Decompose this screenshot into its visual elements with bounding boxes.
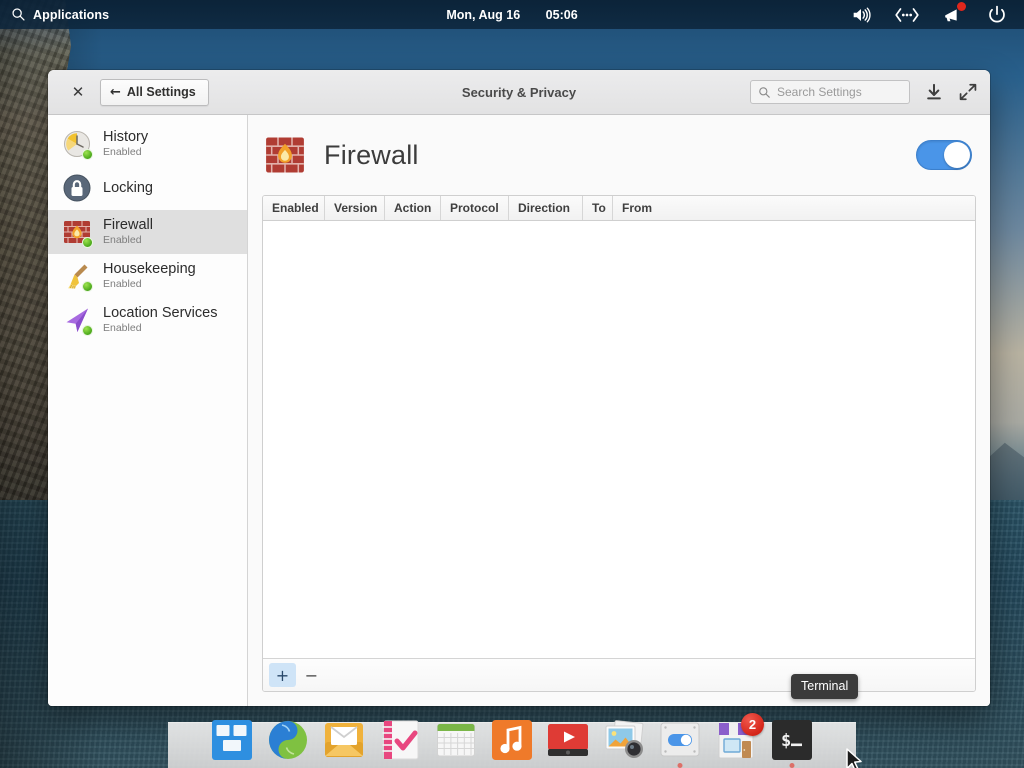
status-dot-enabled [82,325,93,336]
table-body[interactable] [263,221,975,658]
search-input[interactable] [777,85,895,99]
titlebar-actions [750,80,978,104]
firewall-rules-table: Enabled Version Action Protocol Directio… [262,195,976,692]
pane-header: Firewall [262,115,976,195]
column-header-version[interactable]: Version [325,196,385,220]
dock-item-system-settings[interactable] [658,718,702,768]
sidebar-item-status: Enabled [103,233,142,246]
desktop: Applications Mon, Aug 16 05:06 ✕ ← All S… [0,0,1024,768]
sidebar-item-location-services[interactable]: Location Services Enabled [48,298,247,342]
applications-label: Applications [33,7,110,22]
page-title: Firewall [324,139,419,170]
broom-icon [62,261,93,292]
top-panel: Applications Mon, Aug 16 05:06 [0,0,1024,29]
close-button[interactable]: ✕ [67,81,89,103]
dock-item-photos[interactable] [602,718,646,762]
status-dot-enabled [82,237,93,248]
power-icon[interactable] [986,4,1008,26]
column-header-from[interactable]: From [613,196,975,220]
sidebar-item-status: Enabled [103,321,142,334]
sidebar-item-housekeeping[interactable]: Housekeeping Enabled [48,254,247,298]
sidebar-item-label: Locking [103,179,153,196]
dock-item-appcenter[interactable]: 2 [714,713,764,762]
column-header-protocol[interactable]: Protocol [441,196,509,220]
status-dot-enabled [82,149,93,160]
window-body: History Enabled Locking Firewall Enabled… [48,115,990,706]
column-header-action[interactable]: Action [385,196,441,220]
network-icon[interactable] [894,4,920,26]
maximize-icon[interactable] [958,82,978,102]
firewall-icon [62,217,93,248]
table-toolbar: + − [263,658,975,691]
sidebar-item-label: Location Services [103,304,218,321]
sidebar-item-history[interactable]: History Enabled [48,122,247,166]
svg-text:$: $ [781,731,791,751]
firewall-pane: Firewall Enabled Version Action Protocol… [248,115,990,706]
running-indicator [677,763,683,768]
volume-icon[interactable] [850,4,872,26]
sidebar-item-status: Enabled [103,145,142,158]
notifications-icon[interactable] [942,1,966,26]
sidebar-item-label: Housekeeping [103,260,196,277]
column-header-to[interactable]: To [583,196,613,220]
sidebar-item-status: Enabled [103,277,142,290]
videos-icon [548,724,588,756]
dock-item-videos[interactable] [546,718,590,762]
appcenter-badge: 2 [741,713,764,736]
tooltip: Terminal [791,674,859,699]
terminal-icon: $ [772,720,812,760]
history-icon [62,129,93,160]
search-settings-box[interactable] [750,80,910,104]
web-browser-icon [269,721,307,759]
sidebar-item-firewall[interactable]: Firewall Enabled [48,210,247,254]
dock-item-mail[interactable] [322,718,366,762]
sidebar-item-label: History [103,128,149,145]
column-header-enabled[interactable]: Enabled [263,196,325,220]
search-icon [759,86,770,98]
column-header-direction[interactable]: Direction [509,196,583,220]
settings-window: ✕ ← All Settings Security & Privacy Sear… [48,70,990,706]
mail-icon [325,723,363,757]
calendar-icon [437,723,475,757]
firewall-toggle[interactable] [916,140,972,170]
notification-badge [957,1,966,11]
system-settings-icon [660,722,700,757]
toggle-knob [944,142,970,168]
indicator-area [850,1,1024,26]
dock-item-calendar[interactable] [434,718,478,762]
search-icon [12,8,25,21]
back-arrow-icon: ← [110,84,121,100]
sidebar-item-locking[interactable]: Locking [48,166,247,210]
dock-item-music[interactable] [490,718,534,762]
location-arrow-icon [62,305,93,336]
download-icon[interactable] [924,82,944,102]
dock-item-web[interactable] [266,718,310,762]
running-indicator [789,763,795,768]
remove-rule-button[interactable]: − [298,663,325,687]
settings-sidebar: History Enabled Locking Firewall Enabled… [48,115,248,706]
clock-date: Mon, Aug 16 [446,7,521,22]
music-icon [492,720,532,760]
add-rule-button[interactable]: + [269,663,296,687]
clock-time: 05:06 [545,7,578,22]
sidebar-item-label: Firewall [103,216,153,233]
lock-icon [62,173,92,203]
applications-menu[interactable]: Applications [0,0,119,29]
photos-icon [605,720,644,758]
dock-item-terminal[interactable]: $ [770,718,814,768]
dock: 2 $ [0,712,1024,768]
dock-item-tasks[interactable] [378,718,422,762]
window-titlebar: ✕ ← All Settings Security & Privacy [48,70,990,115]
all-settings-button[interactable]: ← All Settings [100,78,209,106]
table-header-row: Enabled Version Action Protocol Directio… [263,196,975,221]
all-settings-label: All Settings [126,85,196,99]
tasks-icon [382,720,419,760]
firewall-icon [266,137,304,173]
status-dot-enabled [82,281,93,292]
dock-item-applications[interactable] [210,718,254,762]
applications-icon [212,720,252,760]
